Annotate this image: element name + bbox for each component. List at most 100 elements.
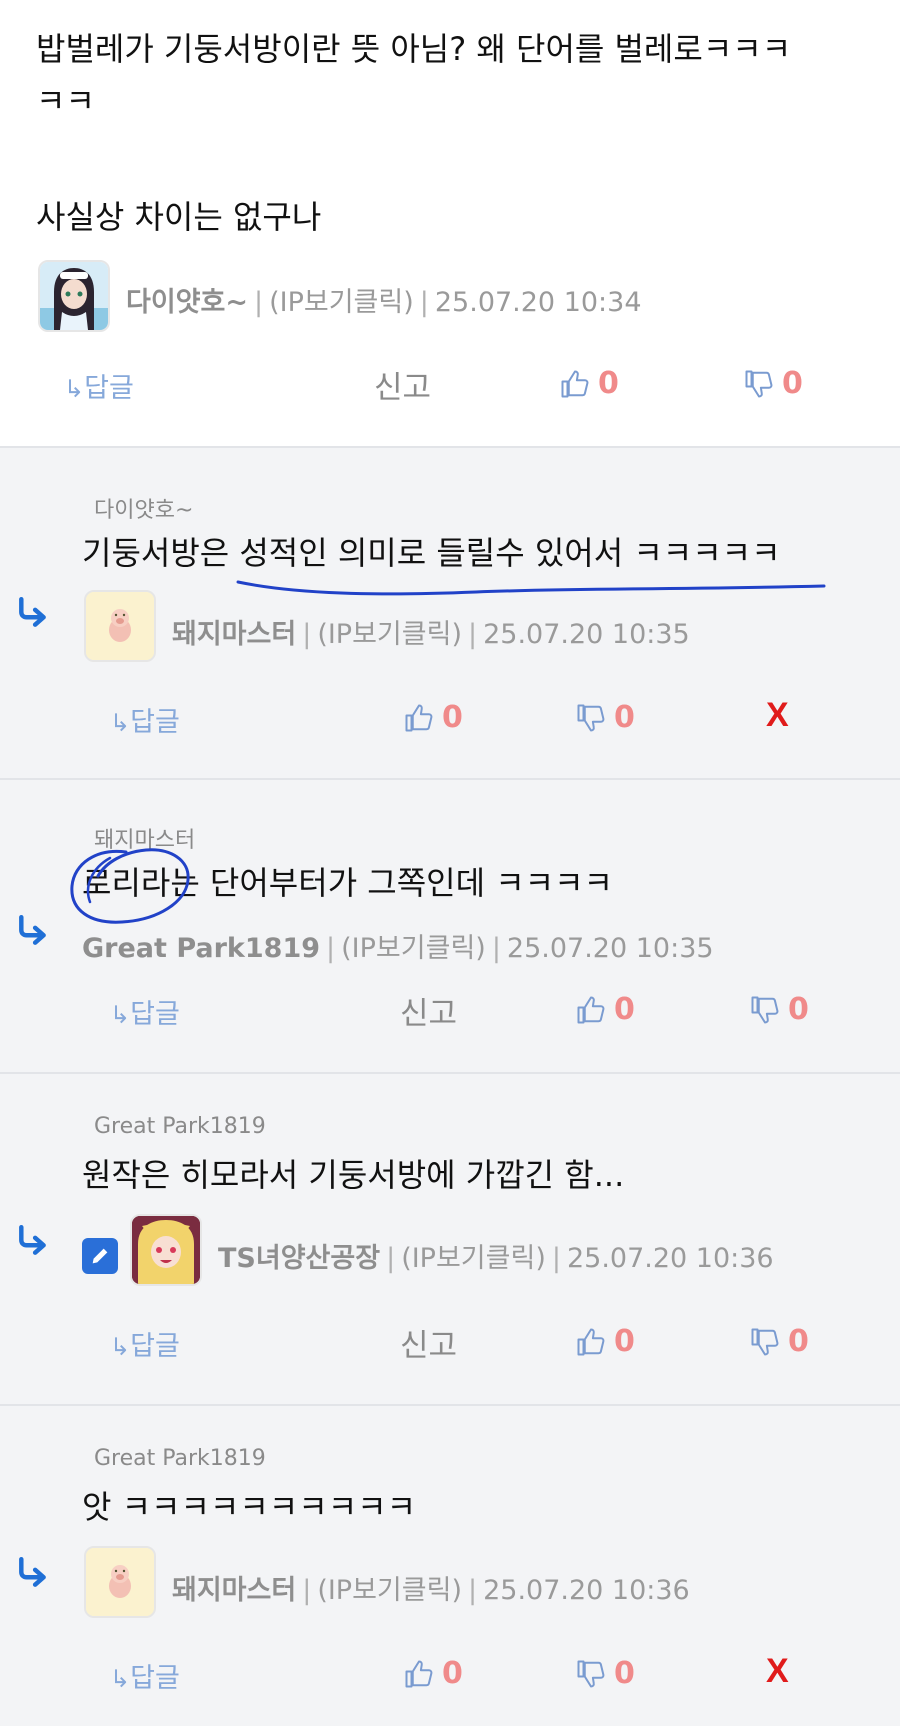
report-button[interactable]: 신고 (400, 988, 457, 1033)
delete-button[interactable]: X (766, 1652, 789, 1691)
delete-button[interactable]: X (766, 696, 789, 735)
parent-author-ref: 다이얏호~ (94, 498, 194, 523)
thumbs-down-icon (576, 1659, 606, 1689)
comment-body-line: 사실상 차이는 없구나 (36, 198, 322, 236)
thumbs-up-icon (404, 703, 434, 733)
thumbs-down-icon (750, 995, 780, 1025)
reply-comment-item: Great Park1819 앗 ㅋㅋㅋㅋㅋㅋㅋㅋㅋㅋ 돼지마스터 | (IP보기클… (0, 1404, 900, 1726)
pencil-icon (82, 1238, 118, 1274)
reply-small-arrow-icon: ↳ (64, 375, 85, 403)
comment-body-line: 밥벌레가 기둥서방이란 뜻 아님? 왜 단어를 벌레로ㅋㅋㅋ (36, 30, 792, 68)
reply-indicator-icon (16, 1556, 50, 1590)
dislike-count: 0 (782, 366, 803, 401)
reply-comment-item: 다이얏호~ 기둥서방은 성적인 의미로 들릴수 있어서 ㅋㅋㅋㅋㅋ 돼지마스터 |… (0, 446, 900, 778)
comment-body-line: 원작은 히모라서 기둥서방에 가깝긴 함... (82, 1156, 625, 1194)
reply-button[interactable]: ↳답글 (110, 992, 180, 1031)
reply-label: 답글 (130, 1663, 180, 1694)
dislike-count: 0 (788, 1324, 809, 1359)
reply-button[interactable]: ↳답글 (110, 1324, 180, 1363)
comment-body-line: 앗 ㅋㅋㅋㅋㅋㅋㅋㅋㅋㅋ (82, 1488, 417, 1526)
meta-separator: | (386, 1243, 396, 1274)
ip-toggle[interactable]: (IP보기클릭) (317, 1575, 462, 1606)
dislike-button[interactable]: 0 (576, 1656, 635, 1691)
report-button[interactable]: 신고 (374, 362, 431, 407)
reply-indicator-icon (16, 914, 50, 948)
thumbs-up-icon (576, 995, 606, 1025)
reply-indicator-icon (16, 596, 50, 630)
reply-small-arrow-icon: ↳ (110, 1001, 131, 1029)
parent-author-ref: Great Park1819 (94, 1446, 266, 1471)
like-count: 0 (614, 1324, 635, 1359)
like-count: 0 (442, 700, 463, 735)
meta-separator: | (467, 619, 478, 650)
thumbs-down-icon (576, 703, 606, 733)
meta-separator: | (302, 619, 312, 650)
comment-body-line: 기둥서방은 성적인 의미로 들릴수 있어서 ㅋㅋㅋㅋㅋ (82, 534, 781, 572)
comment-meta: Great Park1819 | (IP보기클릭) | 25.07.20 10:35 (82, 926, 714, 965)
reply-button[interactable]: ↳답글 (110, 700, 180, 739)
like-button[interactable]: 0 (560, 366, 619, 401)
meta-separator: | (326, 933, 336, 964)
dislike-count: 0 (614, 1656, 635, 1691)
like-count: 0 (614, 992, 635, 1027)
comment-date: 25.07.20 10:36 (566, 1243, 774, 1274)
reply-label: 답글 (84, 373, 134, 404)
thumbs-up-icon (560, 369, 590, 399)
reply-button[interactable]: ↳답글 (110, 1656, 180, 1695)
reply-comment-item: Great Park1819 원작은 히모라서 기둥서방에 가깝긴 함... T… (0, 1072, 900, 1404)
dislike-button[interactable]: 0 (744, 366, 803, 401)
author-name[interactable]: 돼지마스터 (172, 619, 296, 650)
dislike-button[interactable]: 0 (750, 1324, 809, 1359)
author-name[interactable]: 다이얏호~ (126, 287, 248, 318)
comment-date: 25.07.20 10:34 (434, 287, 642, 318)
ip-toggle[interactable]: (IP보기클릭) (401, 1243, 546, 1274)
reply-small-arrow-icon: ↳ (110, 1665, 131, 1693)
thumbs-up-icon (576, 1327, 606, 1357)
comment-meta: 다이얏호~ | (IP보기클릭) | 25.07.20 10:34 (126, 280, 642, 319)
dislike-button[interactable]: 0 (750, 992, 809, 1027)
comment-body-line: ㅋㅋ (36, 82, 95, 120)
reply-small-arrow-icon: ↳ (110, 709, 131, 737)
meta-separator: | (491, 933, 501, 964)
thumbs-up-icon (404, 1659, 434, 1689)
avatar[interactable] (84, 1546, 156, 1618)
author-name[interactable]: TS녀양산공장 (218, 1243, 380, 1274)
avatar[interactable] (38, 260, 110, 332)
like-button[interactable]: 0 (404, 1656, 463, 1691)
ip-toggle[interactable]: (IP보기클릭) (317, 619, 462, 650)
like-count: 0 (598, 366, 619, 401)
comment-date: 25.07.20 10:35 (483, 619, 690, 650)
like-count: 0 (442, 1656, 463, 1691)
comment-meta: TS녀양산공장 | (IP보기클릭) | 25.07.20 10:36 (218, 1236, 774, 1275)
comment-meta: 돼지마스터 | (IP보기클릭) | 25.07.20 10:36 (172, 1568, 690, 1607)
parent-author-ref: Great Park1819 (94, 1114, 266, 1139)
thumbs-down-icon (750, 1327, 780, 1357)
meta-separator: | (419, 287, 429, 318)
reply-label: 답글 (130, 999, 180, 1030)
dislike-count: 0 (614, 700, 635, 735)
comment-item: 밥벌레가 기둥서방이란 뜻 아님? 왜 단어를 벌레로ㅋㅋㅋ ㅋㅋ 사실상 차이… (0, 0, 900, 448)
reply-indicator-icon (16, 1224, 50, 1258)
reply-button[interactable]: ↳답글 (64, 366, 134, 405)
like-button[interactable]: 0 (404, 700, 463, 735)
like-button[interactable]: 0 (576, 992, 635, 1027)
like-button[interactable]: 0 (576, 1324, 635, 1359)
comment-date: 25.07.20 10:35 (506, 933, 714, 964)
meta-separator: | (253, 287, 264, 318)
meta-separator: | (551, 1243, 561, 1274)
dislike-count: 0 (788, 992, 809, 1027)
reply-small-arrow-icon: ↳ (110, 1333, 131, 1361)
reply-label: 답글 (130, 707, 180, 738)
reply-label: 답글 (130, 1331, 180, 1362)
report-button[interactable]: 신고 (400, 1320, 457, 1365)
avatar[interactable] (130, 1214, 202, 1286)
meta-separator: | (467, 1575, 478, 1606)
ip-toggle[interactable]: (IP보기클릭) (269, 287, 414, 318)
ip-toggle[interactable]: (IP보기클릭) (341, 933, 486, 964)
dislike-button[interactable]: 0 (576, 700, 635, 735)
blue-circle-annotation (70, 848, 190, 924)
author-name[interactable]: Great Park1819 (82, 933, 320, 964)
avatar[interactable] (84, 590, 156, 662)
author-name[interactable]: 돼지마스터 (172, 1575, 296, 1606)
comment-meta: 돼지마스터 | (IP보기클릭) | 25.07.20 10:35 (172, 612, 690, 651)
